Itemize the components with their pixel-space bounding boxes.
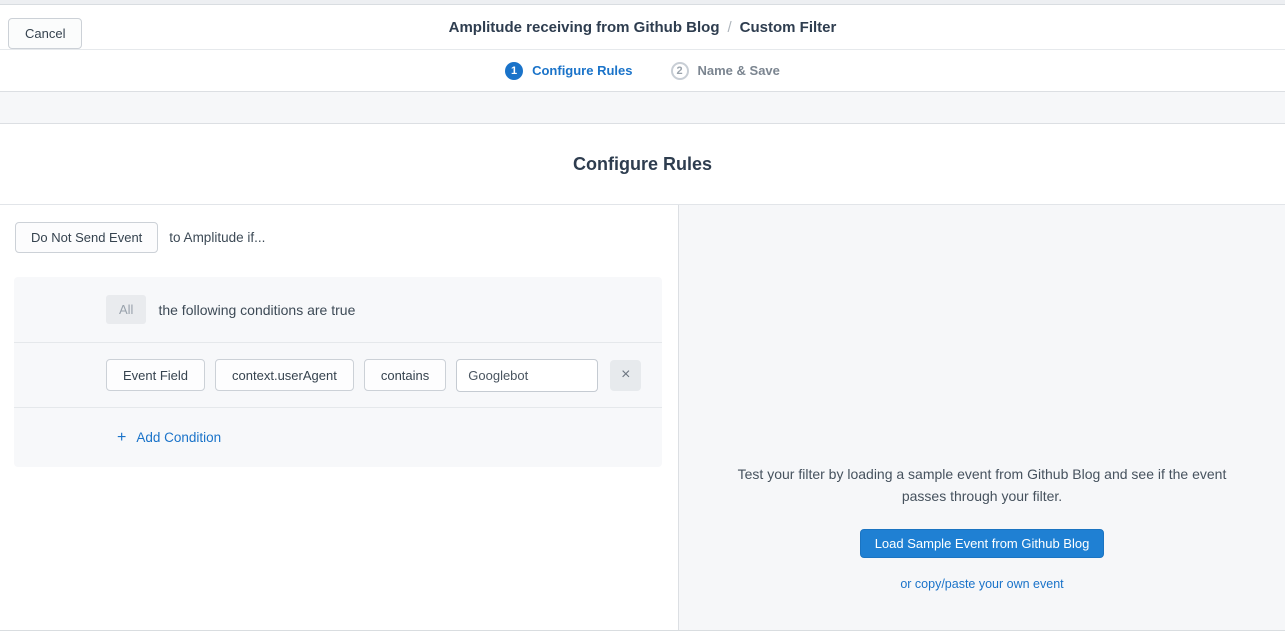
paste-own-event-link[interactable]: or copy/paste your own event <box>900 577 1063 591</box>
step-1-label: Configure Rules <box>532 63 632 78</box>
app-header: Cancel Amplitude receiving from Github B… <box>0 5 1285 50</box>
breadcrumb-current: Custom Filter <box>740 19 837 36</box>
step-2-circle: 2 <box>671 62 689 80</box>
stepper: 1 Configure Rules 2 Name & Save <box>0 50 1285 91</box>
condition-group-footer: + Add Condition <box>14 408 662 467</box>
step-1-circle: 1 <box>505 62 523 80</box>
remove-condition-button[interactable]: × <box>610 360 641 391</box>
plus-icon: + <box>117 429 126 447</box>
filter-action-row: Do Not Send Event to Amplitude if... <box>15 222 678 253</box>
step-name-and-save[interactable]: 2 Name & Save <box>671 62 780 80</box>
condition-group-card: All the following conditions are true Ev… <box>14 277 662 467</box>
close-icon: × <box>621 367 630 383</box>
add-condition-label: Add Condition <box>136 430 221 445</box>
group-operator-suffix: the following conditions are true <box>158 302 355 318</box>
condition-row: Event Field context.userAgent contains × <box>14 343 662 407</box>
step-2-label: Name & Save <box>698 63 780 78</box>
condition-field-button[interactable]: context.userAgent <box>215 359 354 391</box>
group-operator-chip[interactable]: All <box>106 295 146 324</box>
toolbar-band <box>0 91 1285 124</box>
main-content: Do Not Send Event to Amplitude if... All… <box>0 205 1285 631</box>
condition-group-header: All the following conditions are true <box>14 277 662 342</box>
test-filter-panel: Test your filter by loading a sample eve… <box>678 205 1285 630</box>
breadcrumb-separator: / <box>727 19 731 36</box>
load-sample-event-button[interactable]: Load Sample Event from Github Blog <box>860 529 1105 558</box>
breadcrumb: Amplitude receiving from Github Blog / C… <box>0 5 1285 49</box>
step-configure-rules[interactable]: 1 Configure Rules <box>505 62 632 80</box>
filter-action-suffix: to Amplitude if... <box>169 230 265 245</box>
filter-action-button[interactable]: Do Not Send Event <box>15 222 158 253</box>
breadcrumb-source-link[interactable]: Amplitude receiving from Github Blog <box>449 19 720 36</box>
page-title: Configure Rules <box>573 154 712 175</box>
condition-type-button[interactable]: Event Field <box>106 359 205 391</box>
test-filter-description: Test your filter by loading a sample eve… <box>732 463 1232 507</box>
add-condition-button[interactable]: + Add Condition <box>117 429 221 447</box>
condition-value-input[interactable] <box>456 359 598 392</box>
title-section: Configure Rules <box>0 124 1285 205</box>
condition-operator-button[interactable]: contains <box>364 359 446 391</box>
rules-editor-panel: Do Not Send Event to Amplitude if... All… <box>0 205 678 630</box>
